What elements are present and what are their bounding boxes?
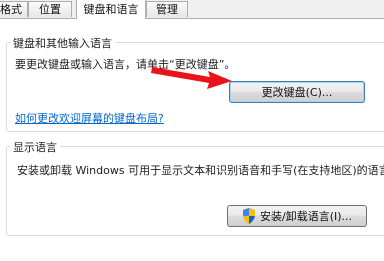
install-uninstall-languages-label: 安装/卸载语言(I)... <box>259 210 353 223</box>
tab-format[interactable]: 格式 <box>0 1 28 17</box>
display-language-group-title: 显示语言 <box>10 139 60 155</box>
install-uninstall-languages-button[interactable]: 安装/卸载语言(I)... <box>227 205 367 227</box>
uac-shield-icon <box>242 208 255 224</box>
tab-strip: 格式 位置 键盘和语言 管理 <box>0 0 384 19</box>
tab-administrative[interactable]: 管理 <box>146 1 188 17</box>
tab-keyboard-and-language[interactable]: 键盘和语言 <box>76 0 146 19</box>
keyboard-layout-help-link[interactable]: 如何更改欢迎屏幕的键盘布局? <box>15 110 164 126</box>
change-keyboard-button[interactable]: 更改键盘(C)... <box>229 81 365 103</box>
keyboard-group-title: 键盘和其他输入语言 <box>10 35 115 51</box>
display-language-description: 安装或卸载 Windows 可用于显示文本和识别语音和手写(在支持地区)的语言。 <box>17 164 384 177</box>
tab-location[interactable]: 位置 <box>28 1 72 17</box>
red-arrow-annotation <box>151 67 232 89</box>
